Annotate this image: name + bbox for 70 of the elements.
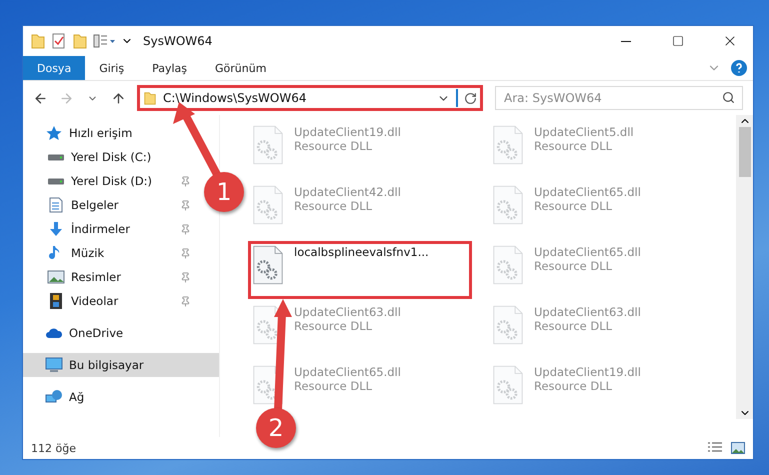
film-icon: [47, 293, 65, 309]
gear-file-icon: [252, 245, 284, 285]
scrollbar[interactable]: [736, 115, 753, 419]
drive-icon: [47, 154, 65, 160]
file-type: Resource DLL: [294, 379, 374, 393]
window-title: SysWOW64: [143, 34, 212, 48]
file-type: Resource DLL: [294, 319, 374, 333]
file-name: UpdateClient65.dll: [534, 245, 641, 259]
file-type: Resource DLL: [534, 319, 614, 333]
address-field[interactable]: C:\Windows\SysWOW64: [137, 85, 483, 111]
drive-icon: [47, 178, 65, 184]
gear-file-icon: [492, 185, 524, 225]
folder-icon: [143, 91, 157, 105]
file-type: Resource DLL: [534, 259, 614, 273]
ribbon-tab[interactable]: Giriş: [85, 56, 138, 80]
gear-file-icon: [492, 365, 524, 405]
sidebar-item[interactable]: Resimler: [23, 265, 195, 289]
file-name: UpdateClient63.dll: [534, 305, 641, 319]
file-type: Resource DLL: [294, 139, 374, 153]
sidebar-item[interactable]: Müzik: [23, 241, 195, 265]
gear-file-icon: [492, 125, 524, 165]
sidebar-item[interactable]: Yerel Disk (D:): [23, 169, 195, 193]
file-name: UpdateClient19.dll: [534, 365, 641, 379]
file-name: UpdateClient5.dll: [534, 125, 634, 139]
network-icon: [45, 389, 63, 405]
sidebar-item[interactable]: İndirmeler: [23, 217, 195, 241]
large-icons-view-icon[interactable]: [731, 442, 745, 454]
forward-arrow-icon: [58, 90, 74, 106]
file-type: Resource DLL: [534, 139, 614, 153]
file-name: localbsplineevalsfnv1...: [294, 245, 429, 259]
monitor-icon: [45, 357, 63, 373]
document-icon: [47, 197, 65, 213]
image-icon: [47, 269, 65, 285]
maximize-icon: [672, 35, 684, 47]
view-list-icon[interactable]: [93, 34, 115, 48]
gear-file-icon: [492, 245, 524, 285]
sidebar-item[interactable]: Belgeler: [23, 193, 195, 217]
address-path: C:\Windows\SysWOW64: [163, 91, 308, 105]
search-icon: [722, 91, 735, 104]
details-view-icon[interactable]: [707, 442, 723, 454]
file-name: UpdateClient63.dll: [294, 305, 401, 319]
ribbon-tab[interactable]: Paylaş: [138, 56, 201, 80]
file-item[interactable]: localbsplineevalsfnv1...: [248, 241, 472, 299]
file-name: UpdateClient19.dll: [294, 125, 401, 139]
file-name: UpdateClient42.dll: [294, 185, 401, 199]
file-tab[interactable]: Dosya: [23, 56, 86, 80]
gear-file-icon: [252, 185, 284, 225]
properties-icon[interactable]: [51, 33, 67, 49]
minimize-icon: [621, 40, 631, 42]
scroll-thumb[interactable]: [738, 127, 750, 177]
help-icon[interactable]: [731, 60, 747, 76]
sidebar-item[interactable]: OneDrive: [23, 321, 132, 345]
file-name: UpdateClient65.dll: [534, 185, 641, 199]
sidebar-item[interactable]: Hızlı erişim: [23, 121, 140, 145]
file-type: Resource DLL: [534, 379, 614, 393]
gear-file-icon: [492, 305, 524, 345]
file-type: Resource DLL: [294, 199, 374, 213]
down-arrow-icon: [47, 221, 65, 237]
file-name: UpdateClient65.dll: [294, 365, 401, 379]
sidebar-item[interactable]: Bu bilgisayar: [23, 353, 219, 377]
search-field[interactable]: Ara: SysWOW64: [495, 86, 743, 110]
gear-file-icon: [252, 125, 284, 165]
star-icon: [45, 125, 63, 141]
sidebar-item[interactable]: Yerel Disk (C:): [23, 145, 195, 169]
ribbon-tab[interactable]: Görünüm: [201, 56, 280, 80]
item-count: 112 öğe: [31, 442, 77, 454]
refresh-icon[interactable]: [464, 92, 477, 104]
sidebar-item[interactable]: Ağ: [23, 385, 92, 409]
file-type: Resource DLL: [534, 199, 614, 213]
sidebar-item[interactable]: Videolar: [23, 289, 195, 313]
